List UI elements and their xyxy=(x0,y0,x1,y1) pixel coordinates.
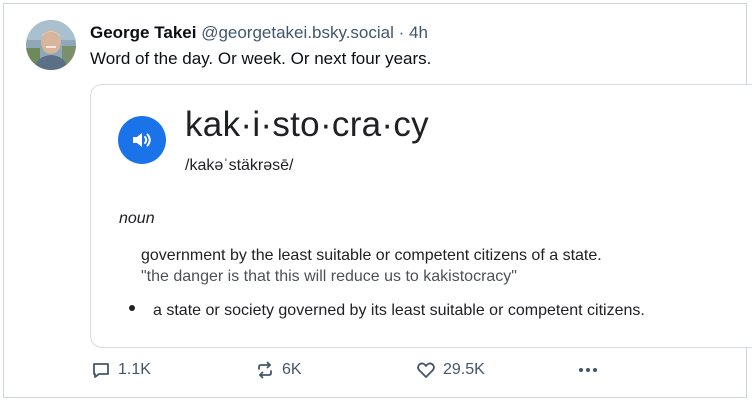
reply-count: 1.1K xyxy=(118,361,151,378)
like-button[interactable]: 29.5K xyxy=(416,360,485,380)
repost-count: 6K xyxy=(282,361,302,378)
header-separator: · xyxy=(398,23,405,42)
heart-icon xyxy=(417,362,435,378)
reply-icon xyxy=(93,363,109,378)
like-count: 29.5K xyxy=(443,361,485,378)
post-text: Word of the day. Or week. Or next four y… xyxy=(90,49,432,68)
more-icon xyxy=(579,368,597,372)
embedded-image-card[interactable]: kak·i·sto·cra·cy /kakəˈstäkrəsē/ noun go… xyxy=(90,84,752,348)
bullet-icon xyxy=(129,305,135,311)
part-of-speech: noun xyxy=(119,210,155,227)
more-options-button[interactable] xyxy=(577,360,599,380)
post-header: George Takei @georgetakei.bsky.social · … xyxy=(90,23,428,43)
pronunciation: /kakəˈstäkrəsē/ xyxy=(185,157,294,174)
definition-1: government by the least suitable or comp… xyxy=(141,247,602,264)
headword: kak·i·sto·cra·cy xyxy=(185,105,429,144)
repost-button[interactable]: 6K xyxy=(255,360,302,380)
avatar-image xyxy=(26,20,76,70)
author-name[interactable]: George Takei xyxy=(90,23,196,42)
definition-2: a state or society governed by its least… xyxy=(153,302,645,319)
author-handle[interactable]: @georgetakei.bsky.social xyxy=(201,23,394,42)
example-sentence: "the danger is that this will reduce us … xyxy=(141,268,517,285)
repost-icon xyxy=(258,361,272,379)
avatar[interactable] xyxy=(26,20,76,70)
reply-button[interactable]: 1.1K xyxy=(91,360,151,380)
post-timestamp[interactable]: 4h xyxy=(409,23,428,42)
speaker-icon[interactable] xyxy=(118,116,166,164)
